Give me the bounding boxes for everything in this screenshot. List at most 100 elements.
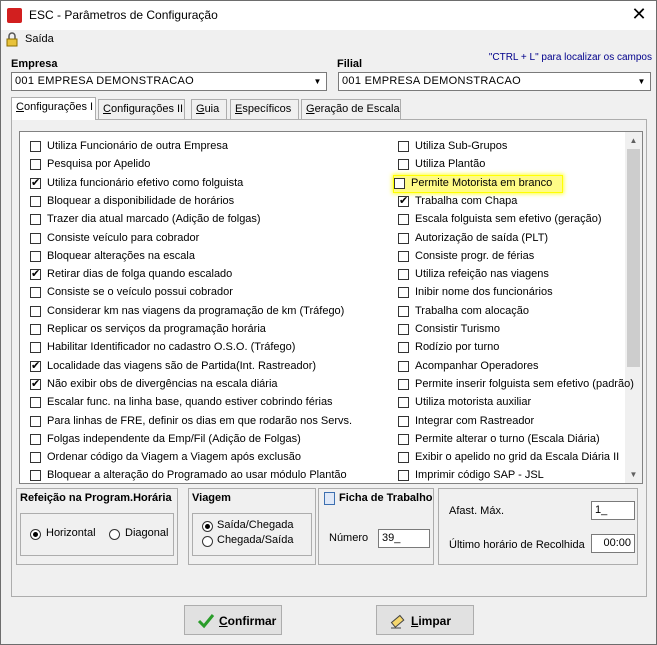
chevron-down-icon[interactable]: ▼ (625, 466, 642, 483)
filial-value: 001 EMPRESA DEMONSTRACAO (342, 75, 521, 87)
menu-saida[interactable]: Saída (25, 33, 54, 45)
option-label: Utiliza Sub-Grupos (415, 140, 508, 152)
checkbox[interactable]: ✔ (30, 360, 41, 372)
config-window: ESC - Parâmetros de Configuração ✕ Saída… (0, 0, 657, 645)
eraser-icon (390, 614, 405, 629)
checkbox[interactable] (394, 177, 405, 189)
chevron-up-icon[interactable]: ▲ (625, 132, 642, 149)
option-label: Bloquear a alteração do Programado ao us… (47, 469, 347, 482)
option-label: Localidade das viagens são de Partida(In… (47, 359, 317, 372)
option-label: Utiliza motorista auxiliar (415, 396, 532, 409)
option-label: Consiste progr. de férias (415, 249, 535, 262)
checkbox[interactable] (30, 324, 41, 335)
checkbox[interactable]: ✔ (30, 269, 41, 281)
recolhida-input[interactable]: 00:00 (591, 534, 635, 553)
option-label: Escala folguista sem efetivo (geração) (415, 213, 602, 226)
scroll-thumb[interactable] (627, 149, 640, 367)
checkbox[interactable] (398, 415, 409, 427)
radio-horizontal[interactable] (30, 529, 41, 540)
confirmar-button[interactable]: Confirmar (184, 605, 282, 635)
viagem-group: Viagem Saída/Chegada Chegada/Saída (188, 488, 316, 565)
title-bar: ESC - Parâmetros de Configuração ✕ (1, 1, 656, 30)
checkbox[interactable] (30, 305, 41, 317)
close-button[interactable]: ✕ (628, 4, 650, 26)
limpar-button[interactable]: Limpar (376, 605, 474, 635)
option-item[interactable]: Permite Motorista em branco (394, 175, 562, 192)
numero-label: Número (329, 532, 369, 544)
search-hint: "CTRL + L" para localizar os campos (488, 52, 652, 63)
checkbox[interactable]: ✔ (30, 378, 41, 390)
option-label: Utiliza Plantão (415, 158, 486, 171)
checkbox[interactable] (398, 269, 409, 281)
checkbox[interactable] (30, 214, 41, 226)
checkbox[interactable] (398, 342, 409, 354)
checkbox[interactable] (398, 452, 409, 464)
option-label: Trabalha com Chapa (415, 194, 518, 207)
tab-guia[interactable]: Guia (191, 99, 227, 119)
option-label: Consistir Turismo (415, 323, 500, 335)
checkbox[interactable] (30, 232, 41, 244)
afast-input[interactable]: 1_ (591, 501, 635, 520)
checkbox[interactable] (30, 415, 41, 427)
checkbox[interactable] (398, 470, 409, 482)
checkbox[interactable] (398, 232, 409, 244)
radio-diagonal[interactable] (109, 529, 120, 540)
checkbox[interactable] (398, 433, 409, 445)
checkbox[interactable] (398, 305, 409, 317)
checkbox[interactable] (398, 250, 409, 262)
checkbox[interactable] (398, 397, 409, 409)
checkbox[interactable] (398, 378, 409, 390)
ficha-group: Ficha de Trabalho Número 39_ (318, 488, 434, 565)
radio-chegada-saida[interactable] (202, 536, 213, 547)
checkbox[interactable] (30, 397, 41, 409)
checkbox[interactable] (398, 324, 409, 335)
recolhida-label: Último horário de Recolhida (449, 539, 585, 551)
afast-label: Afast. Máx. (449, 505, 505, 517)
numero-input[interactable]: 39_ (378, 529, 430, 548)
refeicao-title: Refeição na Program.Horária (20, 492, 172, 504)
checkbox[interactable] (398, 141, 409, 152)
tab-geracao-escala[interactable]: Geração de Escala (301, 99, 401, 119)
checkbox[interactable]: ✔ (398, 195, 409, 207)
filial-select[interactable]: 001 EMPRESA DEMONSTRACAO ▼ (338, 72, 651, 91)
checkbox[interactable] (30, 195, 41, 207)
radio-horizontal-label: Horizontal (46, 527, 96, 539)
tab-panel: ▲ ▼ Utiliza Funcionário de outra Empresa… (11, 119, 647, 597)
chevron-down-icon[interactable]: ▼ (634, 74, 649, 89)
tab-configuracoes-2[interactable]: Configurações II (98, 99, 185, 119)
checkbox[interactable] (30, 433, 41, 445)
option-label: Autorização de saída (PLT) (415, 231, 549, 244)
vertical-scrollbar[interactable]: ▲ ▼ (625, 132, 642, 483)
tab-especificos[interactable]: Específicos (230, 99, 299, 119)
option-label: Inibir nome dos funcionários (415, 286, 553, 299)
empresa-value: 001 EMPRESA DEMONSTRACAO (15, 75, 194, 87)
checkbox[interactable] (398, 159, 409, 171)
checkbox[interactable] (30, 287, 41, 299)
option-label: Retirar dias de folga quando escalado (47, 268, 233, 281)
option-label: Trabalha com alocação (415, 304, 529, 317)
checkbox[interactable] (398, 214, 409, 226)
checkbox[interactable] (30, 342, 41, 354)
option-label: Considerar km nas viagens da programação… (47, 304, 345, 317)
option-label: Utiliza Funcionário de outra Empresa (47, 140, 228, 152)
chevron-down-icon[interactable]: ▼ (310, 74, 325, 89)
option-label: Replicar os serviços da programação horá… (47, 323, 266, 335)
checkbox[interactable] (30, 452, 41, 464)
option-label: Não exibir obs de divergências na escala… (47, 377, 278, 390)
checkbox[interactable] (30, 470, 41, 482)
checkbox[interactable] (398, 360, 409, 372)
checkbox[interactable]: ✔ (30, 177, 41, 189)
checkbox[interactable] (30, 159, 41, 171)
option-label: Utiliza refeição nas viagens (415, 268, 549, 281)
radio-chegada-saida-label: Chegada/Saída (217, 534, 294, 546)
checkbox[interactable] (30, 250, 41, 262)
option-label: Exibir o apelido no grid da Escala Diári… (415, 451, 620, 464)
checkbox[interactable] (30, 141, 41, 152)
tab-configuracoes-1[interactable]: Configurações I (11, 97, 96, 120)
empresa-select[interactable]: 001 EMPRESA DEMONSTRACAO ▼ (11, 72, 327, 91)
ficha-title: Ficha de Trabalho (339, 492, 433, 504)
checkbox[interactable] (398, 287, 409, 299)
afastamento-group: Afast. Máx. 1_ Último horário de Recolhi… (438, 488, 638, 565)
radio-saida-chegada[interactable] (202, 521, 213, 532)
option-label: Utiliza funcionário efetivo como folguis… (47, 176, 244, 189)
